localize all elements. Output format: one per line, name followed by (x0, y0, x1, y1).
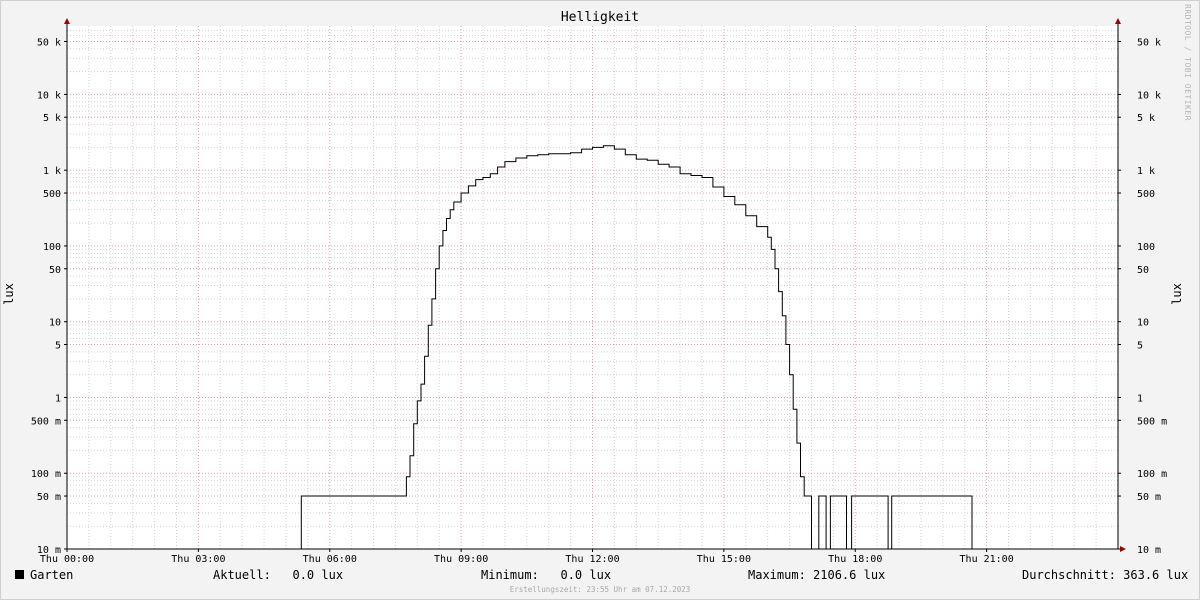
y-axis-label-right: lux (1169, 283, 1184, 305)
chart-root: 10 m 10 m 50 m 50 m 100 m 100 m 500 m 500 m1155… (0, 0, 1200, 600)
y-tick-label-right: 50 k (1137, 37, 1161, 48)
y-tick-label-left: 500 m (31, 416, 61, 427)
legend-minimum: Minimum: 0.0 lux (481, 568, 612, 582)
legend-maximum: Maximum: 2106.6 lux (748, 568, 886, 582)
legend-current: Aktuell: 0.0 lux (213, 568, 344, 582)
legend-swatch (15, 570, 24, 579)
y-tick-label-right: 500 m (1137, 416, 1167, 427)
y-tick-label-right: 50 m (1137, 492, 1161, 503)
legend-average: Durchschnitt: 363.6 lux (1022, 568, 1189, 582)
y-tick-label-left: 1 (55, 393, 61, 404)
y-tick-label-left: 10 (49, 318, 61, 329)
x-tick-label: Thu 15:00 (697, 554, 751, 565)
x-tick-label: Thu 00:00 (40, 554, 94, 565)
x-tick-label: Thu 21:00 (960, 554, 1014, 565)
y-tick-label-left: 500 (43, 189, 61, 200)
y-tick-label-right: 5 k (1137, 113, 1155, 124)
y-tick-label-right: 500 (1137, 189, 1155, 200)
y-tick-label-left: 10 k (37, 90, 61, 101)
chart-title: Helligkeit (560, 10, 640, 25)
y-tick-label-right: 50 (1137, 265, 1149, 276)
y-tick-label-left: 100 (43, 242, 61, 253)
x-tick-label: Thu 06:00 (303, 554, 357, 565)
x-tick-label: Thu 03:00 (171, 554, 225, 565)
y-tick-label-right: 1 (1137, 393, 1143, 404)
y-tick-label-left: 50 k (37, 37, 61, 48)
x-tick-label: Thu 18:00 (828, 554, 882, 565)
y-tick-label-right: 10 k (1137, 90, 1161, 101)
y-tick-label-right: 10 (1137, 318, 1149, 329)
y-tick-label-left: 100 m (31, 469, 61, 480)
y-tick-label-right: 10 m (1137, 545, 1161, 556)
y-tick-label-right: 100 m (1137, 469, 1167, 480)
y-tick-label-right: 5 (1137, 341, 1143, 352)
x-axis-arrow (1120, 546, 1126, 552)
y-tick-label-left: 1 k (43, 166, 61, 177)
y-tick-label-left: 5 k (43, 113, 61, 124)
x-tick-label: Thu 12:00 (565, 554, 619, 565)
y-tick-label-right: 1 k (1137, 166, 1155, 177)
x-tick-label: Thu 09:00 (434, 554, 488, 565)
rrdtool-watermark: RRDTOOL / TOBI OETIKER (1183, 4, 1192, 121)
y-tick-label-left: 50 (49, 265, 61, 276)
y-tick-label-left: 50 m (37, 492, 61, 503)
chart-svg: 10 m 10 m50 m 50 m100 m 100 m500 m 500 m1 15 5… (31, 18, 1167, 565)
legend-series-name: Garten (30, 568, 74, 582)
footer-timestamp: Erstellungszeit: 23:55 Uhr am 07.12.2023 (509, 585, 691, 594)
y-tick-label-right: 100 (1137, 242, 1155, 253)
y-axis-label-left: lux (1, 283, 16, 305)
y-tick-label-left: 5 (55, 341, 61, 352)
